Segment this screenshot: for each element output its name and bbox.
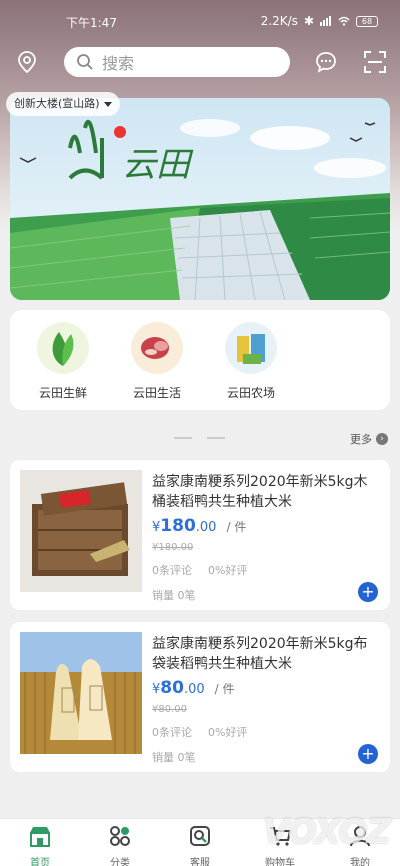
customer-service-icon	[190, 826, 210, 846]
search-input[interactable]: 搜索	[64, 47, 290, 77]
tab-label: 我的	[350, 858, 370, 866]
banner-logo-text: 云田	[122, 145, 194, 185]
price-decimal: .00	[183, 682, 205, 697]
price-unit: / 件	[226, 520, 247, 534]
tab-label: 购物车	[265, 858, 295, 866]
tab-label: 客服	[190, 858, 210, 866]
more-link[interactable]: 更多 ›	[350, 431, 388, 447]
tab-category[interactable]: 分类	[90, 823, 150, 866]
section-indicator	[174, 437, 192, 439]
search-icon	[77, 54, 93, 70]
category-fresh[interactable]: 云田生鲜	[28, 322, 98, 401]
chevron-right-icon: ›	[376, 433, 388, 445]
sales-count: 销量 0笔	[152, 751, 196, 764]
top-toolbar: 搜索	[0, 44, 400, 80]
status-bar: 下午1:47 2.2K/s ✱ 68	[0, 0, 400, 40]
product-card[interactable]: 益家康南粳系列2020年新米5kg布袋装稻鸭共生种植大米 ¥80.00/ 件 ¥…	[10, 622, 390, 772]
network-speed: 2.2K/s	[260, 14, 298, 28]
location-label: 创新大楼(宣山路)	[14, 97, 100, 110]
original-price: ¥80.00	[152, 704, 187, 715]
message-icon[interactable]	[314, 50, 338, 74]
review-count: 0条评论	[152, 726, 192, 739]
more-label: 更多	[350, 433, 372, 446]
promo-banner[interactable]: 云田	[10, 98, 390, 300]
product-image	[20, 632, 142, 754]
product-title: 益家康南粳系列2020年新米5kg木桶装稻鸭共生种植大米	[152, 474, 368, 510]
product-price: ¥80.00/ 件	[152, 678, 235, 698]
tab-label: 首页	[30, 858, 50, 866]
category-card: 云田生鲜 云田生活 云田农场	[10, 310, 390, 410]
product-title: 益家康南粳系列2020年新米5kg布袋装稻鸭共生种植大米	[152, 636, 368, 672]
category-label: 云田生鲜	[38, 386, 87, 400]
product-card[interactable]: 益家康南粳系列2020年新米5kg木桶装稻鸭共生种植大米 ¥180.00/ 件 …	[10, 460, 390, 610]
meat-icon	[131, 322, 183, 374]
status-time: 下午1:47	[66, 16, 117, 30]
add-to-cart-button[interactable]: +	[358, 582, 378, 602]
positive-rate: 0%好评	[208, 726, 248, 739]
bluetooth-icon: ✱	[303, 14, 314, 28]
farm-products-icon	[225, 322, 277, 374]
status-icons: 2.2K/s ✱ 68	[261, 14, 378, 28]
product-image	[20, 470, 142, 592]
price-integer: 80	[160, 678, 184, 698]
original-price: ¥180.00	[152, 542, 194, 553]
signal-icon	[320, 16, 331, 26]
price-decimal: .00	[195, 520, 217, 535]
search-placeholder: 搜索	[102, 54, 135, 73]
tab-label: 分类	[110, 858, 130, 866]
price-integer: 180	[160, 516, 196, 536]
battery-icon: 68	[356, 15, 378, 27]
category-life[interactable]: 云田生活	[122, 322, 192, 401]
sales-count: 销量 0笔	[152, 589, 196, 602]
add-to-cart-button[interactable]: +	[358, 744, 378, 764]
section-indicator	[207, 437, 225, 439]
location-pin-icon[interactable]	[16, 50, 38, 74]
chevron-down-icon	[103, 101, 112, 107]
watermark-logo: VOXOZ	[263, 812, 391, 852]
positive-rate: 0%好评	[208, 564, 248, 577]
tab-service[interactable]: 客服	[170, 823, 230, 866]
grid-icon	[110, 826, 130, 846]
scan-icon[interactable]	[364, 51, 386, 73]
vegetable-icon	[37, 322, 89, 374]
product-price: ¥180.00/ 件	[152, 516, 246, 536]
location-selector[interactable]: 创新大楼(宣山路)	[6, 92, 120, 116]
category-label: 云田农场	[226, 386, 275, 400]
farm-landscape-image: 云田	[10, 98, 390, 300]
review-count: 0条评论	[152, 564, 192, 577]
category-label: 云田生活	[132, 386, 181, 400]
wifi-icon	[338, 16, 350, 26]
price-unit: / 件	[214, 682, 235, 696]
tab-home[interactable]: 首页	[10, 823, 70, 866]
category-farm[interactable]: 云田农场	[216, 322, 286, 401]
home-store-icon	[30, 827, 50, 847]
